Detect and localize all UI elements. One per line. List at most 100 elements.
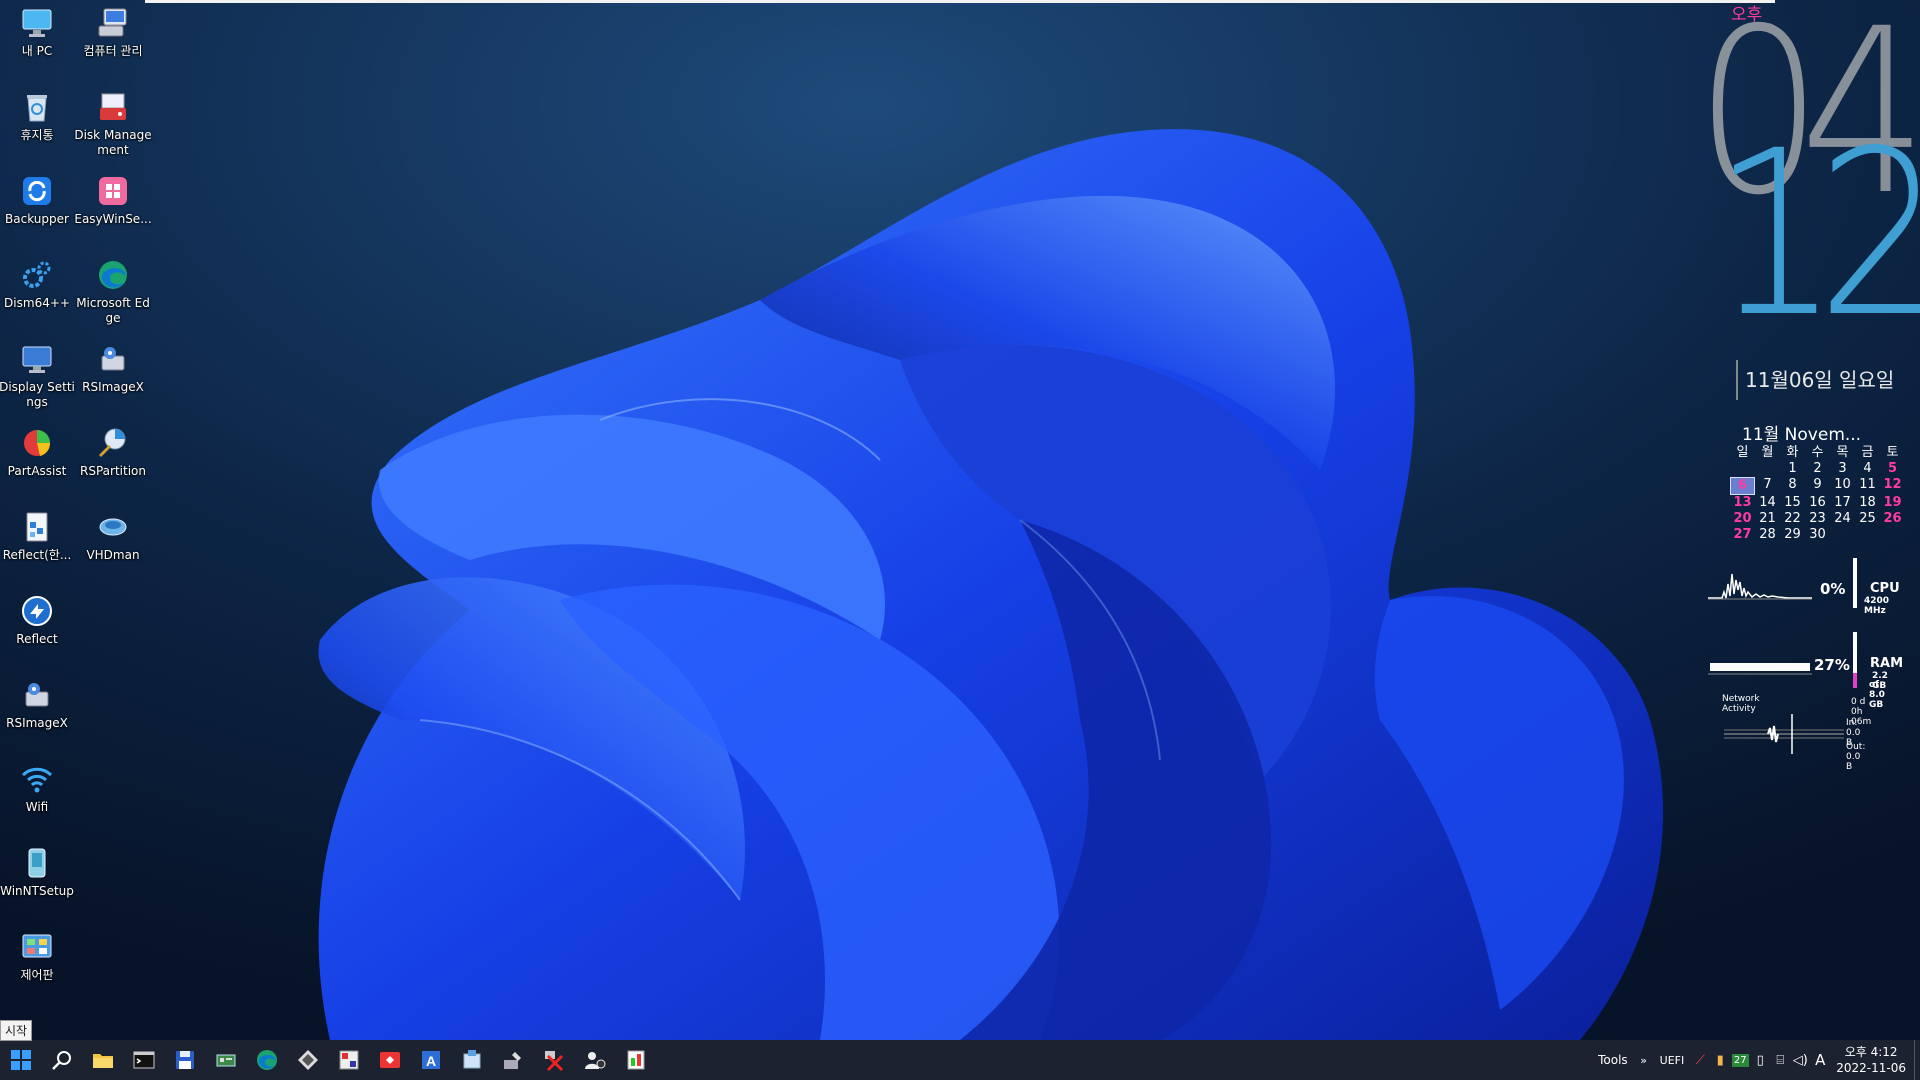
top-edge-bar bbox=[145, 0, 1775, 3]
users-icon bbox=[584, 1052, 605, 1069]
network-x-app-button[interactable] bbox=[533, 1040, 574, 1080]
desktop-icon-label: PartAssist bbox=[7, 464, 67, 478]
desktop-icon-label: RSImageX bbox=[82, 380, 144, 394]
calendar-weekday: 일 bbox=[1736, 445, 1749, 460]
calendar-day[interactable]: 2 bbox=[1805, 461, 1830, 477]
calendar-day[interactable]: 26 bbox=[1880, 511, 1905, 527]
calendar-day[interactable]: 14 bbox=[1755, 495, 1780, 511]
calendar-day[interactable]: 1 bbox=[1780, 461, 1805, 477]
search-button[interactable] bbox=[41, 1040, 82, 1080]
text-app-button[interactable]: A bbox=[410, 1040, 451, 1080]
calendar-widget: 11월 Novem... 일 월 화 수 목 금 토 1 2 3 4 5 6 7 8 9 10 11 12 13 14 1… bbox=[1728, 420, 1908, 543]
clock-date: 11월06일 일요일 bbox=[1745, 368, 1895, 392]
desktop-icon-vhdman[interactable]: VHDman bbox=[73, 510, 153, 563]
calendar-day[interactable]: 18 bbox=[1855, 495, 1880, 511]
calendar-day[interactable]: 10 bbox=[1830, 477, 1855, 495]
calendar-day[interactable]: 11 bbox=[1855, 477, 1880, 495]
desktop-icon-reflect-korean[interactable]: Reflect(한... bbox=[0, 510, 77, 563]
file-explorer-button[interactable] bbox=[82, 1040, 123, 1080]
calendar-day[interactable]: 9 bbox=[1805, 477, 1830, 495]
desktop-icon-wifi[interactable]: Wifi bbox=[0, 762, 77, 815]
chevron-icon[interactable]: » bbox=[1634, 1040, 1654, 1080]
ime-indicator[interactable]: A bbox=[1810, 1040, 1830, 1080]
desktop-icon-display-settings[interactable]: Display Settings bbox=[0, 342, 77, 410]
calendar-day[interactable]: 15 bbox=[1780, 495, 1805, 511]
speaker-icon[interactable]: ◁) bbox=[1790, 1040, 1810, 1080]
tools-toolbar[interactable]: Tools bbox=[1592, 1053, 1634, 1067]
calendar-day[interactable]: 23 bbox=[1805, 511, 1830, 527]
calendar-weekday: 목 bbox=[1836, 445, 1849, 460]
calendar-day[interactable]: 25 bbox=[1855, 511, 1880, 527]
desktop-icon-label: Display Settings bbox=[0, 380, 75, 409]
usb-tray-icon[interactable]: ▯ bbox=[1750, 1040, 1770, 1080]
network-out: Out: 0.0 B bbox=[1846, 742, 1866, 772]
calendar-day[interactable]: 21 bbox=[1755, 511, 1780, 527]
network-tray-icon[interactable]: ⌸ bbox=[1770, 1040, 1790, 1080]
badge-tray-icon[interactable]: 27 bbox=[1730, 1040, 1750, 1080]
desktop-icon-rsimagex-2[interactable]: RSImageX bbox=[0, 678, 77, 731]
green-app-button[interactable] bbox=[615, 1040, 656, 1080]
wrench-app-button[interactable] bbox=[492, 1040, 533, 1080]
calendar-day[interactable]: 22 bbox=[1780, 511, 1805, 527]
calendar-title: 11월 Novem... bbox=[1742, 425, 1862, 445]
battery-tray-icon[interactable]: ▮ bbox=[1710, 1040, 1730, 1080]
desktop-icon-recycle-bin[interactable]: 휴지통 bbox=[0, 90, 77, 143]
computer-management-icon bbox=[96, 6, 130, 40]
reflect-korean-icon bbox=[20, 510, 54, 544]
device-app-button[interactable] bbox=[205, 1040, 246, 1080]
desktop-icon-winntsetup[interactable]: WinNTSetup bbox=[0, 846, 77, 899]
desktop-icon-computer-management[interactable]: 컴퓨터 관리 bbox=[73, 6, 153, 59]
taskbar-clock[interactable]: 오후 4:12 2022-11-06 bbox=[1830, 1044, 1914, 1076]
red-app-button[interactable] bbox=[369, 1040, 410, 1080]
calendar-day[interactable]: 24 bbox=[1830, 511, 1855, 527]
monitor-icon bbox=[20, 6, 54, 40]
calendar-day[interactable]: 28 bbox=[1755, 527, 1780, 543]
calendar-day[interactable]: 19 bbox=[1880, 495, 1905, 511]
users-app-button[interactable] bbox=[574, 1040, 615, 1080]
desktop-icon-easywinsetup[interactable]: EasyWinSe... bbox=[73, 174, 153, 227]
calendar-day[interactable]: 13 bbox=[1730, 495, 1755, 511]
desktop-icon-control-panel[interactable]: 제어판 bbox=[0, 930, 77, 983]
cpu-graph bbox=[1708, 573, 1812, 600]
calendar-day[interactable]: 17 bbox=[1830, 495, 1855, 511]
desktop-icon-backupper[interactable]: Backupper bbox=[0, 174, 77, 227]
calendar-day[interactable]: 7 bbox=[1755, 477, 1780, 495]
terminal-icon bbox=[133, 1051, 154, 1069]
calendar-day[interactable]: 20 bbox=[1730, 511, 1755, 527]
text-app-icon: A bbox=[421, 1051, 440, 1069]
calendar-day bbox=[1855, 527, 1880, 543]
show-desktop-button[interactable] bbox=[1914, 1040, 1920, 1080]
calendar-day[interactable]: 27 bbox=[1730, 527, 1755, 543]
calendar-day bbox=[1880, 527, 1905, 543]
calendar-day[interactable]: 4 bbox=[1855, 461, 1880, 477]
green-app-icon bbox=[627, 1050, 644, 1070]
calendar-day[interactable]: 3 bbox=[1830, 461, 1855, 477]
terminal-button[interactable] bbox=[123, 1040, 164, 1080]
calendar-day[interactable]: 12 bbox=[1880, 477, 1905, 495]
desktop-icon-my-pc[interactable]: 내 PC bbox=[0, 6, 77, 59]
calendar-day[interactable]: 5 bbox=[1880, 461, 1905, 477]
desktop-icon-dism64[interactable]: Dism64++ bbox=[0, 258, 77, 311]
desktop-icon-disk-management[interactable]: Disk Management bbox=[73, 90, 153, 158]
image-tool-button[interactable] bbox=[328, 1040, 369, 1080]
start-button[interactable] bbox=[0, 1040, 41, 1080]
uefi-label[interactable]: UEFI bbox=[1654, 1054, 1691, 1067]
calendar-day[interactable]: 16 bbox=[1805, 495, 1830, 511]
save-app-button[interactable] bbox=[164, 1040, 205, 1080]
desktop-icon-rsimagex[interactable]: RSImageX bbox=[73, 342, 153, 395]
tool-app-button[interactable] bbox=[287, 1040, 328, 1080]
setup-app-button[interactable] bbox=[451, 1040, 492, 1080]
edge-taskbar-button[interactable] bbox=[246, 1040, 287, 1080]
desktop-icon-microsoft-edge[interactable]: Microsoft Edge bbox=[73, 258, 153, 326]
rspartition-icon bbox=[96, 426, 130, 460]
chart-tray-icon[interactable]: ⟋ bbox=[1690, 1040, 1710, 1080]
calendar-day[interactable]: 6 bbox=[1730, 477, 1755, 495]
calendar-day[interactable]: 29 bbox=[1780, 527, 1805, 543]
wallpaper bbox=[0, 0, 1920, 1040]
desktop-icon-partassist[interactable]: PartAssist bbox=[0, 426, 77, 479]
calendar-day[interactable]: 8 bbox=[1780, 477, 1805, 495]
clock-minute: 12 bbox=[1712, 101, 1920, 367]
desktop-icon-rspartition[interactable]: RSPartition bbox=[73, 426, 153, 479]
calendar-day[interactable]: 30 bbox=[1805, 527, 1830, 543]
desktop-icon-reflect[interactable]: Reflect bbox=[0, 594, 77, 647]
